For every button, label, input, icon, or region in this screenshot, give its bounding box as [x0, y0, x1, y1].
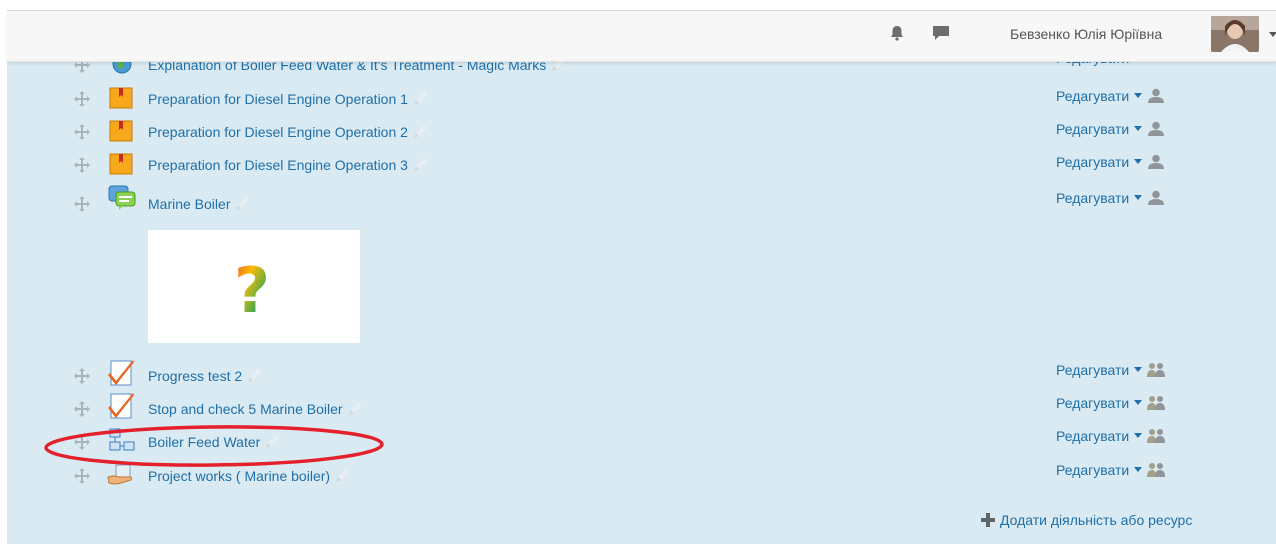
edit-label[interactable]: Редагувати — [1056, 395, 1129, 411]
book-icon — [107, 119, 137, 143]
chevron-down-icon[interactable] — [1134, 400, 1143, 405]
groups-icon[interactable] — [1147, 462, 1166, 477]
chevron-down-icon[interactable] — [1134, 195, 1143, 200]
pencil-icon[interactable] — [233, 196, 253, 212]
avatar[interactable] — [1211, 16, 1259, 52]
activity-title[interactable]: Preparation for Diesel Engine Operation … — [148, 91, 408, 107]
edit-menu[interactable]: Редагувати — [1056, 395, 1166, 411]
pencil-icon[interactable] — [346, 401, 366, 417]
activity-row: Preparation for Diesel Engine Operation … — [7, 87, 1276, 120]
activity-title[interactable]: Preparation for Diesel Engine Operation … — [148, 157, 408, 173]
add-activity-link[interactable]: Додати діяльність або ресурс — [981, 512, 1192, 528]
groups-icon[interactable] — [1147, 362, 1166, 377]
activity-title[interactable]: Marine Boiler — [148, 196, 230, 212]
edit-label[interactable]: Редагувати — [1056, 428, 1129, 444]
edit-menu[interactable]: Редагувати — [1056, 88, 1165, 104]
move-icon[interactable] — [73, 400, 91, 418]
edit-label[interactable]: Редагувати — [1056, 462, 1129, 478]
quiz-check-icon — [107, 359, 137, 386]
groups-icon[interactable] — [1147, 395, 1166, 410]
pencil-icon[interactable] — [245, 368, 265, 384]
single-user-icon[interactable] — [1147, 121, 1165, 136]
user-name[interactable]: Бевзенко Юлія Юріївна — [1010, 26, 1162, 42]
activity-link[interactable]: Preparation for Diesel Engine Operation … — [148, 124, 431, 140]
activity-link[interactable]: Preparation for Diesel Engine Operation … — [148, 157, 431, 173]
user-menu-caret[interactable] — [1269, 32, 1276, 37]
edit-menu[interactable]: Редагувати — [1056, 190, 1165, 206]
edit-label[interactable]: Редагувати — [1056, 190, 1129, 206]
chevron-down-icon[interactable] — [1134, 126, 1143, 131]
plus-icon — [981, 513, 995, 527]
move-icon[interactable] — [73, 90, 91, 108]
chat-icon[interactable] — [932, 25, 950, 46]
activity-title[interactable]: Stop and check 5 Marine Boiler — [148, 401, 343, 417]
activity-row: Progress test 2 Редагувати — [7, 360, 1276, 397]
single-user-icon[interactable] — [1147, 88, 1165, 103]
activity-row: Preparation for Diesel Engine Operation … — [7, 120, 1276, 153]
chevron-down-icon[interactable] — [1134, 367, 1143, 372]
edit-label[interactable]: Редагувати — [1056, 121, 1129, 137]
quiz-check-icon — [107, 392, 137, 419]
edit-menu[interactable]: Редагувати — [1056, 362, 1166, 378]
chevron-down-icon[interactable] — [1134, 433, 1143, 438]
activity-row: Preparation for Diesel Engine Operation … — [7, 153, 1276, 186]
pencil-icon[interactable] — [411, 91, 431, 107]
embedded-media-placeholder: ? — [148, 230, 360, 343]
move-icon[interactable] — [73, 156, 91, 174]
activity-link[interactable]: Stop and check 5 Marine Boiler — [148, 401, 366, 417]
add-activity-label[interactable]: Додати діяльність або ресурс — [1000, 512, 1192, 528]
edit-label[interactable]: Редагувати — [1056, 362, 1129, 378]
book-icon — [107, 86, 137, 110]
svg-text:?: ? — [234, 254, 270, 327]
forum-icon — [107, 185, 137, 210]
edit-label[interactable]: Редагувати — [1056, 154, 1129, 170]
top-navbar: Бевзенко Юлія Юріївна — [7, 10, 1276, 62]
move-icon[interactable] — [73, 123, 91, 141]
activity-link[interactable]: Progress test 2 — [148, 368, 265, 384]
edit-menu[interactable]: Редагувати — [1056, 428, 1166, 444]
activity-link[interactable]: Marine Boiler — [148, 196, 253, 212]
chevron-down-icon[interactable] — [1134, 93, 1143, 98]
single-user-icon[interactable] — [1147, 190, 1165, 205]
chevron-down-icon[interactable] — [1134, 467, 1143, 472]
question-mark-icon: ? — [234, 254, 270, 327]
activity-row: Marine Boiler Редагувати — [7, 185, 1276, 225]
activity-title[interactable]: Progress test 2 — [148, 368, 242, 384]
book-icon — [107, 152, 137, 176]
highlight-ellipse — [44, 425, 384, 467]
move-icon[interactable] — [73, 367, 91, 385]
edit-label[interactable]: Редагувати — [1056, 88, 1129, 104]
edit-menu[interactable]: Редагувати — [1056, 462, 1166, 478]
move-icon[interactable] — [73, 195, 91, 213]
activity-link[interactable]: Preparation for Diesel Engine Operation … — [148, 91, 431, 107]
groups-icon[interactable] — [1147, 428, 1166, 443]
single-user-icon[interactable] — [1147, 154, 1165, 169]
chevron-down-icon[interactable] — [1134, 159, 1143, 164]
edit-menu[interactable]: Редагувати — [1056, 121, 1165, 137]
bell-icon[interactable] — [889, 25, 905, 46]
pencil-icon[interactable] — [411, 124, 431, 140]
pencil-icon[interactable] — [411, 157, 431, 173]
activity-title[interactable]: Preparation for Diesel Engine Operation … — [148, 124, 408, 140]
edit-menu[interactable]: Редагувати — [1056, 154, 1165, 170]
